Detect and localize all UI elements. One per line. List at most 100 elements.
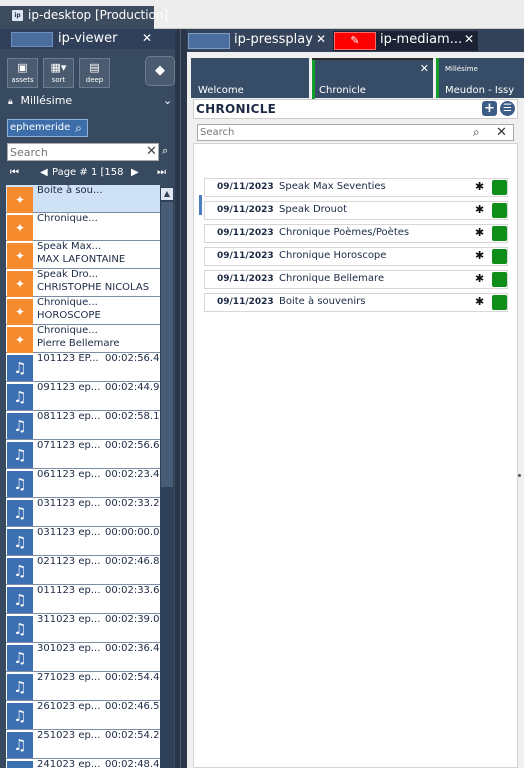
deep-label: deep <box>85 76 104 84</box>
chronicle-date: 09/11/2023 <box>217 251 274 261</box>
chronicle-search-box: ⌕ ✕ <box>197 124 514 141</box>
pin-icon[interactable]: ✱ <box>475 226 484 239</box>
panel-splitter[interactable] <box>175 29 187 768</box>
tab-ip-viewer[interactable]: ip-viewer ✕ <box>0 29 175 49</box>
collection-selector[interactable]: 🔒︎ Millésime ⌄ <box>8 94 172 107</box>
list-item-title: 011123 ep... <box>37 585 101 596</box>
list-item[interactable]: ♫ 081123 ep... 00:02:58.1 <box>6 411 160 440</box>
next-page-icon[interactable]: ▶ <box>131 167 139 178</box>
status-indicator[interactable] <box>492 295 507 310</box>
status-indicator[interactable] <box>492 180 507 195</box>
music-note-icon: ♫ <box>7 500 33 526</box>
clear-search-icon[interactable]: ✕ <box>496 125 507 140</box>
tab-welcome[interactable]: Welcome <box>191 58 309 98</box>
prev-page-icon[interactable]: ◀ <box>40 167 48 178</box>
list-scrollbar[interactable]: ▲ <box>160 187 174 768</box>
list-item-subtitle: Pierre Bellemare <box>37 338 120 349</box>
sort-button[interactable]: ▦▾ sort <box>43 58 74 88</box>
list-item[interactable]: ✦ Chronique... <box>6 213 160 241</box>
search-icon[interactable]: ⌕ <box>162 144 168 158</box>
list-item[interactable]: ♫ 031123 ep... 00:02:33.2 <box>6 498 160 527</box>
last-page-icon[interactable]: ⏭ <box>157 167 166 178</box>
list-item[interactable]: ♫ 071123 ep... 00:02:56.6 <box>6 440 160 469</box>
chevron-down-icon[interactable]: ⌄ <box>163 94 172 107</box>
list-item[interactable]: ♫ 251023 ep... 00:02:54.2 <box>6 730 160 759</box>
list-item[interactable]: ♫ 061123 ep... 00:02:23.4 <box>6 469 160 498</box>
filter-tag-ephemeride[interactable]: ephemeride ⌕ <box>7 119 88 137</box>
list-item[interactable]: ✦ Chronique... Pierre Bellemare <box>6 325 160 353</box>
list-item[interactable]: ♫ 301023 ep... 00:02:36.4 <box>6 643 160 672</box>
chronicle-date: 09/11/2023 <box>217 297 274 307</box>
deep-button[interactable]: ▤ deep <box>79 58 110 88</box>
first-page-icon[interactable]: ⏮ <box>10 167 19 178</box>
list-item[interactable]: ♫ 241023 ep... 00:02:48.4 <box>6 759 160 768</box>
chronicle-row[interactable]: 09/11/2023 Chronique Poèmes/Poètes ✱ <box>204 224 508 243</box>
tag-button[interactable]: ◆ <box>145 56 175 86</box>
list-item-title: Chronique... <box>37 213 98 224</box>
status-indicator[interactable] <box>492 272 507 287</box>
list-item-title: 071123 ep... <box>37 440 101 451</box>
list-item-title: 271023 ep... <box>37 672 101 683</box>
tab-chronicle[interactable]: ✕ Chronicle <box>312 58 433 100</box>
window-title: ip-desktop [Production] <box>28 8 169 22</box>
chronicle-row[interactable]: 09/11/2023 Chronique Bellemare ✱ <box>204 270 508 289</box>
menu-icon[interactable]: ☰ <box>500 101 515 116</box>
scroll-up-icon[interactable]: ▲ <box>161 188 173 200</box>
close-icon[interactable]: ✕ <box>420 62 429 75</box>
list-item[interactable]: ✦ Speak Max... MAX LAFONTAINE <box>6 241 160 269</box>
list-item[interactable]: ♫ 031123 ep... 00:00:00.0 <box>6 527 160 556</box>
list-item[interactable]: ♫ 311023 ep... 00:02:39.0 <box>6 614 160 643</box>
app-icon: ip <box>12 10 23 21</box>
status-indicator[interactable] <box>492 203 507 218</box>
page-title: CHRONICLE <box>196 102 277 116</box>
list-item[interactable]: ✦ Chronique... HOROSCOPE <box>6 297 160 325</box>
status-indicator[interactable] <box>492 226 507 241</box>
list-item[interactable]: ♫ 101123 EP... 00:02:56.4 <box>6 353 160 382</box>
list-item-duration: 00:02:46.8 <box>105 556 160 567</box>
list-item[interactable]: ✦ Boite à sou... <box>6 185 160 213</box>
chronicle-row[interactable]: 09/11/2023 Speak Max Seventies ✱ <box>204 178 508 197</box>
music-note-icon: ♫ <box>7 471 33 497</box>
list-item[interactable]: ♫ 261023 ep... 00:02:46.5 <box>6 701 160 730</box>
resize-handle[interactable] <box>518 474 521 477</box>
assets-button[interactable]: ▣ assets <box>7 58 38 88</box>
tab-millesime[interactable]: Millésime Meudon - Issy <box>436 58 524 98</box>
close-icon[interactable]: ✕ <box>142 31 152 45</box>
close-icon[interactable]: ✕ <box>464 32 474 46</box>
tab-ip-pressplay[interactable]: ip-pressplay ✕ <box>187 32 330 50</box>
list-item[interactable]: ♫ 271023 ep... 00:02:54.4 <box>6 672 160 701</box>
list-item[interactable]: ✦ Speak Dro... CHRISTOPHE NICOLAS <box>6 269 160 297</box>
add-button[interactable]: + <box>482 101 497 116</box>
tab-welcome-label: Welcome <box>198 85 244 96</box>
tab-ip-mediam[interactable]: ✎ ip-mediam... ✕ <box>333 31 478 51</box>
chronicle-row[interactable]: 09/11/2023 Chronique Horoscope ✱ <box>204 247 508 266</box>
pin-icon[interactable]: ✱ <box>475 180 484 193</box>
scrollbar-thumb[interactable] <box>161 202 173 487</box>
main-panel: ip-pressplay ✕ ✎ ip-mediam... ✕ Welcome … <box>187 29 524 768</box>
tab-label: ip-viewer <box>58 31 118 46</box>
music-note-icon: ♫ <box>7 645 33 671</box>
list-item-title: 031123 ep... <box>37 498 101 509</box>
music-note-icon: ♫ <box>7 674 33 700</box>
chronicle-row[interactable]: 09/11/2023 Boite à souvenirs ✱ <box>204 293 508 312</box>
list-item[interactable]: ♫ 021123 ep... 00:02:46.8 <box>6 556 160 585</box>
search-icon[interactable]: ⌕ <box>473 125 480 140</box>
search-input[interactable] <box>200 126 450 139</box>
list-item-subtitle: CHRISTOPHE NICOLAS <box>37 282 150 293</box>
assets-label: assets <box>11 76 34 84</box>
clear-search-icon[interactable]: ✕ <box>146 144 157 159</box>
search-input[interactable] <box>10 145 130 159</box>
search-icon[interactable]: ⌕ <box>70 120 87 136</box>
list-item[interactable]: ♫ 011123 ep... 00:02:33.6 <box>6 585 160 614</box>
close-icon[interactable]: ✕ <box>316 32 326 46</box>
chronicle-row[interactable]: 09/11/2023 Speak Drouot ✱ <box>204 201 508 220</box>
pin-icon[interactable]: ✱ <box>475 203 484 216</box>
filter-tag-label: ephemeride <box>10 122 71 133</box>
chronicle-date: 09/11/2023 <box>217 228 274 238</box>
pin-icon[interactable]: ✱ <box>475 249 484 262</box>
list-item-title: Boite à sou... <box>37 185 103 196</box>
list-item[interactable]: ♫ 091123 ep... 00:02:44.9 <box>6 382 160 411</box>
status-indicator[interactable] <box>492 249 507 264</box>
pin-icon[interactable]: ✱ <box>475 272 484 285</box>
pin-icon[interactable]: ✱ <box>475 295 484 308</box>
